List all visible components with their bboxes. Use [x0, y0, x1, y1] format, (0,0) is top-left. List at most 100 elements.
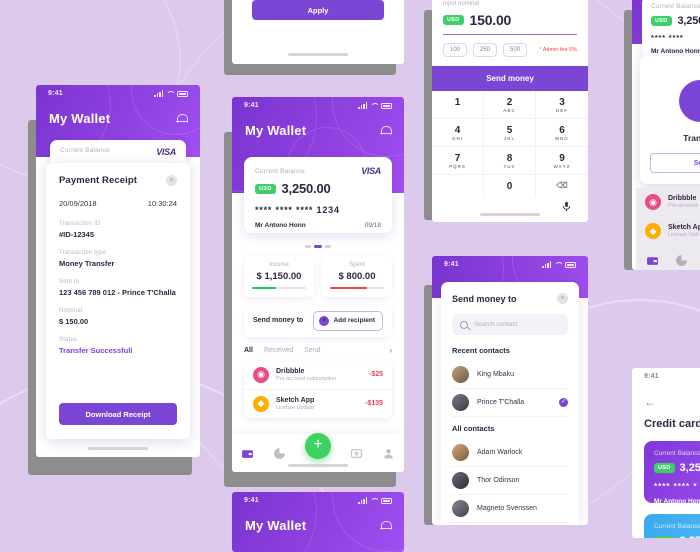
balance-card[interactable]: Current Balance VISA USD 3,250.00 **** *… [244, 157, 392, 233]
list-item[interactable]: King Mbaku [452, 361, 568, 389]
key-6[interactable]: 6 MNO [536, 119, 588, 147]
list-item[interactable]: Adam Warlock [452, 439, 568, 467]
key-3[interactable]: 3 DEF [536, 91, 588, 119]
nominal-input-section: Input nominal USD 150.00 100 250 500 * A… [432, 0, 588, 66]
bell-icon[interactable] [176, 113, 188, 125]
send-money-label: Send money to [253, 317, 304, 324]
card-number: **** **** * [654, 482, 698, 491]
send-money-button[interactable]: Send money [432, 66, 588, 91]
battery-icon [177, 90, 188, 97]
credit-card-blue[interactable]: Current Balance USD 3,250.0 [644, 514, 700, 538]
microphone-icon[interactable] [561, 201, 572, 212]
quick-amount-100[interactable]: 100 [443, 43, 468, 57]
key-7[interactable]: 7 PQRS [432, 147, 484, 175]
currency-badge: USD [654, 536, 675, 538]
table-row[interactable]: ◆ Sketch App License Update -$135 [244, 390, 392, 418]
currency-badge: USD [443, 15, 464, 25]
list-item[interactable]: Thor Odinson [452, 467, 568, 495]
all-contacts-label: All contacts [452, 424, 495, 433]
nav-card-icon[interactable] [350, 447, 363, 460]
currency-badge: USD [255, 183, 276, 194]
transfer-modal: Transfer See [640, 56, 700, 184]
add-recipient-button[interactable]: + Add recipient [313, 310, 383, 331]
key-0[interactable]: 0 [484, 175, 536, 197]
key-number: 3 [559, 97, 565, 108]
credit-card-purple[interactable]: Current Balance USD 3,250.0 **** **** * … [644, 441, 700, 505]
field-value: #ID-12345 [59, 230, 95, 239]
quick-amount-500[interactable]: 500 [503, 43, 528, 57]
tab-received[interactable]: Received [264, 347, 293, 354]
key-4[interactable]: 4 GHI [432, 119, 484, 147]
avatar [679, 80, 700, 122]
nav-profile-icon[interactable] [382, 447, 395, 460]
receipt-date: 20/09/2018 [59, 199, 97, 208]
search-input[interactable]: Search contact [452, 314, 568, 335]
contacts-sheet: Send money to × Search contact Recent co… [441, 282, 579, 525]
nav-chart-icon[interactable] [273, 447, 286, 460]
visa-logo: VISA [361, 166, 381, 176]
close-icon[interactable]: × [557, 293, 568, 304]
card-expiry: 09/18 [364, 222, 381, 229]
table-row[interactable]: ◆ Sketch App License Upd [636, 217, 700, 246]
input-label: Input nominal [443, 1, 480, 7]
transaction-name: Sketch App [276, 396, 315, 404]
currency-badge: USD [651, 16, 672, 26]
stats-row: Income $ 1,150.00 Spent $ 800.00 [232, 255, 404, 297]
nav-wallet-icon[interactable] [646, 254, 659, 267]
chevron-right-icon[interactable]: › [389, 346, 392, 355]
balance-amount: 3,250.00 [281, 181, 331, 196]
backspace-icon[interactable]: ⌫ [536, 175, 588, 197]
nav-chart-icon[interactable] [675, 254, 688, 267]
card-holder: Mr Antono Honn [651, 48, 700, 55]
bell-icon[interactable] [380, 125, 392, 137]
contact-name: Magneto Svenssen [477, 505, 537, 512]
search-icon [460, 320, 468, 329]
key-number: ⌫ [556, 181, 568, 190]
bell-icon[interactable] [380, 520, 392, 532]
tab-send[interactable]: Send [304, 347, 320, 354]
add-recipient-label: Add recipient [333, 317, 375, 324]
key-5[interactable]: 5 JKL [484, 119, 536, 147]
key-number: 5 [506, 125, 513, 136]
list-item[interactable]: Prince T'Challa ✓ [452, 389, 568, 417]
list-item[interactable]: Magneto Svenssen [452, 495, 568, 523]
add-button[interactable]: + [304, 433, 331, 459]
table-row[interactable]: ◉ Dribbble Pro account [636, 188, 700, 217]
dribbble-icon: ◉ [645, 194, 661, 210]
key-2[interactable]: 2 ABC [484, 91, 536, 119]
check-icon: ✓ [559, 398, 568, 407]
key-number: 8 [506, 153, 513, 164]
receipt-field: Sent to 123 456 789 012 - Prince T'Chall… [59, 279, 177, 297]
balance-card[interactable]: Current Balance USD 3,250.0 **** **** Mr… [642, 0, 700, 58]
key-9[interactable]: 9 WXYZ [536, 147, 588, 175]
transaction-amount: -$135 [365, 400, 383, 407]
wifi-icon [554, 261, 562, 268]
balance-amount: 3,250.0 [679, 462, 700, 474]
plus-icon: + [319, 315, 330, 326]
key-letters: MNO [555, 136, 569, 141]
quick-amount-250[interactable]: 250 [473, 43, 498, 57]
field-label: Status [59, 337, 78, 343]
amount-input[interactable]: USD 150.00 [443, 12, 577, 35]
transaction-sub: Pro account [668, 203, 698, 209]
transaction-name: Sketch App [668, 224, 700, 231]
nav-wallet-icon[interactable] [241, 447, 254, 460]
see-button[interactable]: See [650, 153, 700, 173]
receipt-datetime: 20/09/2018 10:30:24 [59, 199, 177, 208]
key-1[interactable]: 1 [432, 91, 484, 119]
tab-all[interactable]: All [244, 347, 253, 354]
apply-card: Buy a Safe Klathak Apply [241, 0, 395, 32]
arrow-left-icon[interactable]: ← [632, 384, 700, 408]
send-money-keypad-screen: Input nominal USD 150.00 100 250 500 * A… [432, 0, 588, 222]
transfer-screen: Current Balance USD 3,250.0 **** **** Mr… [632, 0, 700, 270]
key-8[interactable]: 8 TUV [484, 147, 536, 175]
download-receipt-button[interactable]: Download Receipt [59, 403, 177, 425]
balance-amount: 3,250.0 [680, 535, 700, 538]
apply-button[interactable]: Apply [252, 0, 384, 20]
field-value: Money Transfer [59, 259, 115, 268]
table-row[interactable]: ◉ Dribbble Pro account subscription -$25 [244, 361, 392, 390]
carousel-dots[interactable] [232, 245, 404, 248]
close-icon[interactable]: × [166, 175, 177, 186]
home-indicator [288, 53, 348, 56]
transaction-sub: License Update [276, 404, 315, 411]
